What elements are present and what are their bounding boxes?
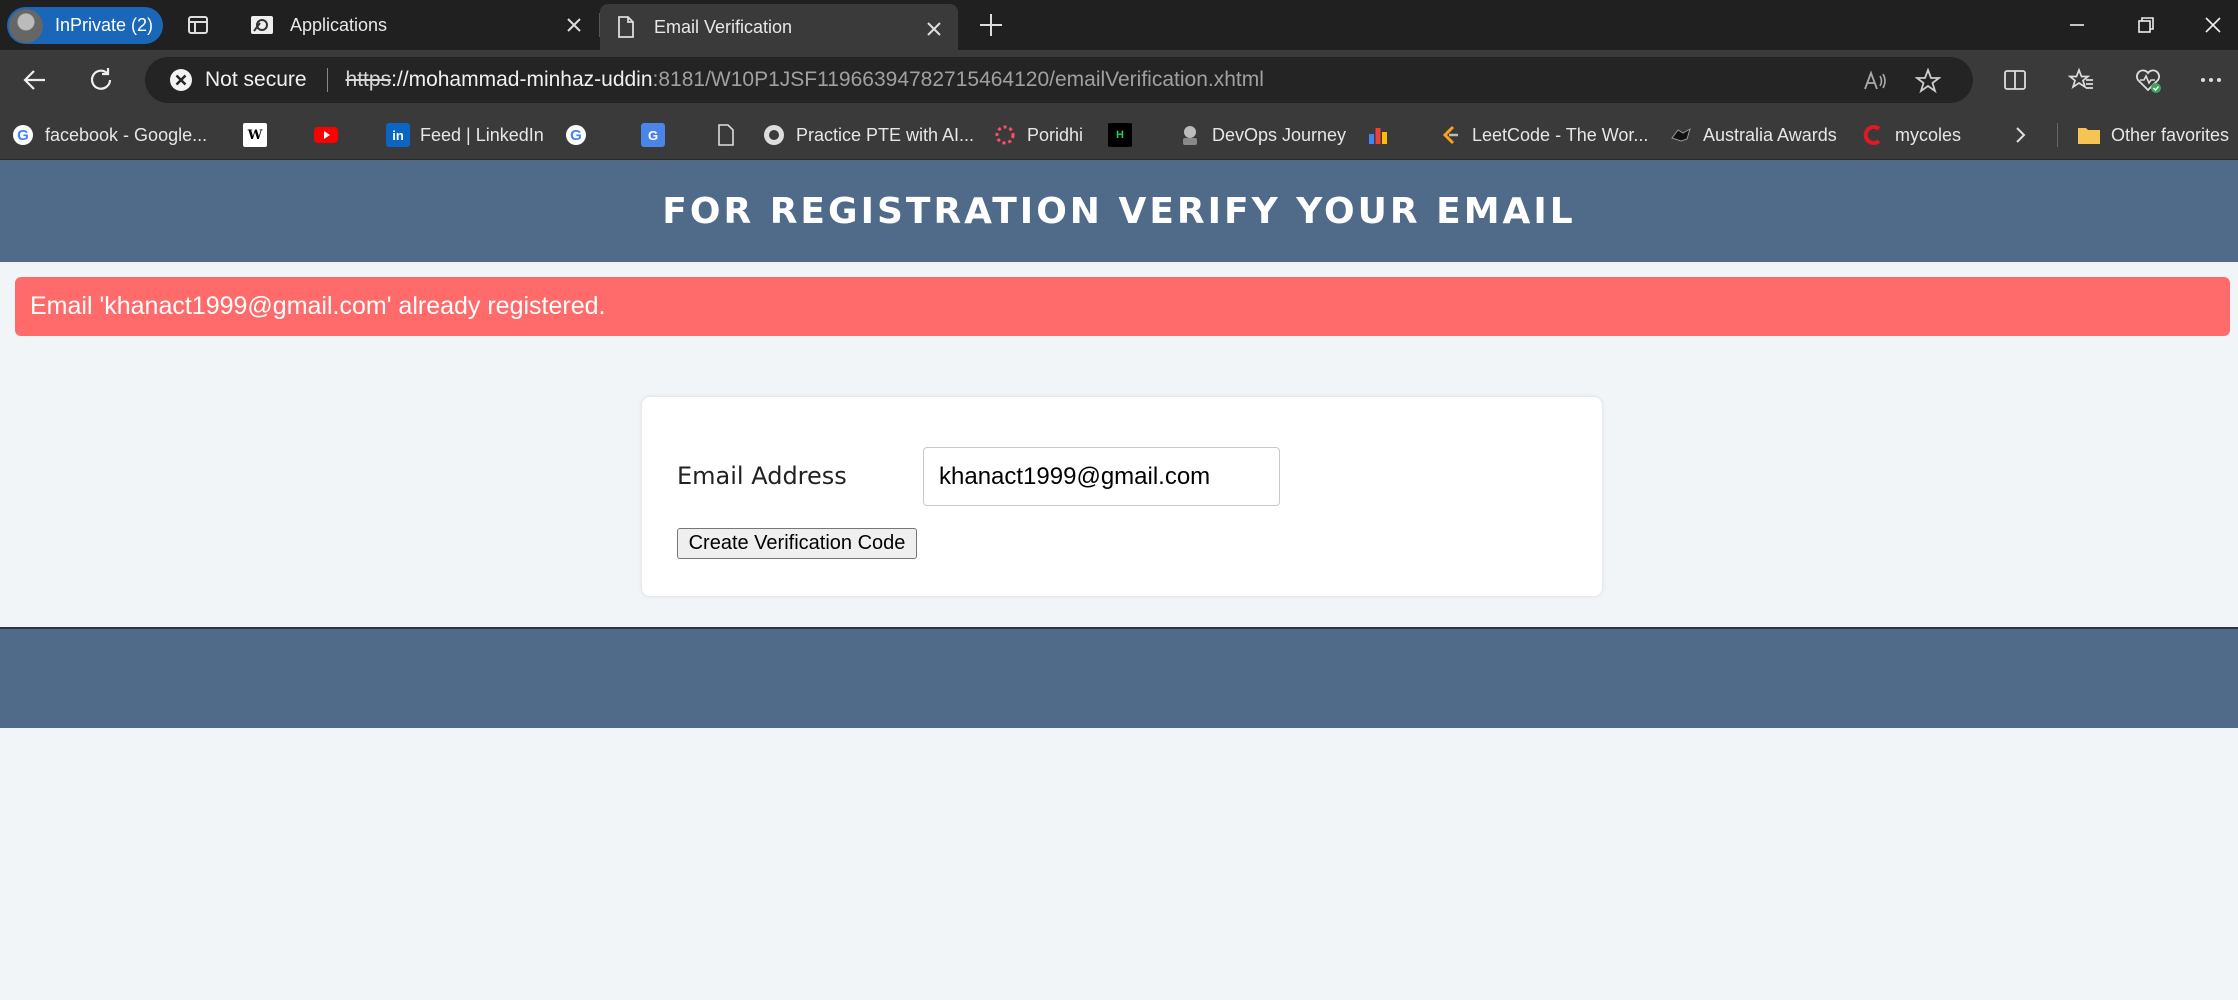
- create-verification-code-button[interactable]: Create Verification Code: [677, 528, 917, 559]
- wikipedia-icon: W: [243, 123, 267, 147]
- favorite-linkedin[interactable]: in Feed | LinkedIn: [386, 120, 544, 150]
- url-scheme: https: [345, 68, 392, 91]
- security-label: Not secure: [205, 68, 307, 91]
- page-icon: [714, 123, 738, 147]
- read-aloud-icon[interactable]: [1862, 68, 1888, 94]
- favorite-label: Australia Awards: [1703, 124, 1837, 145]
- avatar: [9, 8, 43, 43]
- browser-titlebar: InPrivate (2) Applications Email Verific…: [0, 0, 2238, 50]
- poridhi-icon: [993, 123, 1017, 147]
- favorites-bar: G facebook - Google... W in Feed | Linke…: [0, 110, 2238, 160]
- new-tab-icon[interactable]: [978, 12, 1004, 38]
- more-options-icon[interactable]: [2196, 65, 2226, 95]
- favorite-devops-journey[interactable]: DevOps Journey: [1178, 120, 1346, 150]
- email-label: Email Address: [677, 462, 847, 490]
- translate-icon: G: [641, 123, 665, 147]
- hackerrank-icon: H: [1108, 123, 1132, 147]
- tab-title: Email Verification: [654, 16, 793, 37]
- back-arrow-icon[interactable]: [20, 65, 50, 95]
- favorite-mycoles[interactable]: mycoles: [1861, 120, 1961, 150]
- linkedin-icon: in: [386, 123, 410, 147]
- chart-icon: [1366, 123, 1390, 147]
- divider: [326, 68, 328, 92]
- close-tab-icon[interactable]: [922, 17, 946, 41]
- favorite-label: Feed | LinkedIn: [420, 124, 544, 145]
- tab-actions-icon[interactable]: [186, 13, 210, 37]
- close-window-icon[interactable]: [2199, 11, 2227, 39]
- error-alert: Email 'khanact1999@gmail.com' already re…: [15, 277, 2230, 336]
- favorites-icon[interactable]: [2066, 65, 2096, 95]
- refresh-icon[interactable]: [86, 65, 116, 95]
- youtube-icon: [314, 123, 338, 147]
- close-tab-icon[interactable]: [562, 13, 586, 37]
- pte-icon: [762, 123, 786, 147]
- australia-icon: [1669, 123, 1693, 147]
- address-bar[interactable]: Not secure https://mohammad-minhaz-uddin…: [145, 57, 1973, 103]
- profile-label: InPrivate (2): [55, 15, 154, 35]
- page-header: FOR REGISTRATION VERIFY YOUR EMAIL: [0, 160, 2238, 262]
- svg-text:G: G: [570, 127, 582, 144]
- favorite-poridhi[interactable]: Poridhi: [993, 120, 1083, 150]
- tab-email-verification[interactable]: Email Verification: [600, 4, 958, 50]
- google-icon: G: [11, 123, 35, 147]
- favorite-label: LeetCode - The Wor...: [1472, 124, 1649, 145]
- page-favicon-icon: [614, 15, 638, 39]
- favorite-label: DevOps Journey: [1212, 124, 1347, 145]
- favorite-facebook-google[interactable]: G facebook - Google...: [11, 120, 207, 150]
- favorite-chart[interactable]: [1366, 120, 1400, 150]
- favorite-youtube[interactable]: [314, 120, 348, 150]
- favorite-label: Practice PTE with AI...: [796, 124, 975, 145]
- url-text[interactable]: https://mohammad-minhaz-uddin:8181/W10P1…: [346, 68, 1264, 92]
- other-favorites-folder[interactable]: Other favorites: [2077, 120, 2229, 150]
- restore-icon[interactable]: [2132, 11, 2160, 39]
- devops-icon: [1178, 123, 1202, 147]
- verification-form-card: Email Address Create Verification Code: [642, 397, 1602, 596]
- other-favorites-label: Other favorites: [2111, 124, 2230, 145]
- favorite-label: Poridhi: [1027, 124, 1084, 145]
- favorite-label: facebook - Google...: [45, 124, 208, 145]
- split-screen-icon[interactable]: [2000, 65, 2030, 95]
- tab-applications[interactable]: Applications: [236, 0, 600, 50]
- divider: [2057, 123, 2058, 147]
- browser-essentials-icon[interactable]: [2133, 65, 2163, 95]
- favorites-overflow-chevron-icon[interactable]: [2009, 120, 2031, 150]
- favorite-australia-awards[interactable]: Australia Awards: [1669, 120, 1837, 150]
- google-icon: G: [564, 123, 588, 147]
- coles-icon: [1861, 123, 1885, 147]
- applications-favicon-icon: [250, 13, 274, 37]
- page-footer: [0, 627, 2238, 728]
- favorite-label: mycoles: [1895, 124, 1962, 145]
- email-field[interactable]: [923, 447, 1280, 506]
- favorite-hackerrank[interactable]: H: [1108, 120, 1142, 150]
- page-title: FOR REGISTRATION VERIFY YOUR EMAIL: [662, 190, 1576, 232]
- favorite-practice-pte[interactable]: Practice PTE with AI...: [762, 120, 974, 150]
- svg-text:G: G: [17, 127, 29, 144]
- inprivate-profile-button[interactable]: InPrivate (2): [7, 7, 163, 44]
- url-path: :8181/W10P1JSF11966394782715464120/email…: [652, 68, 1264, 91]
- favorite-google[interactable]: G: [564, 120, 598, 150]
- folder-icon: [2077, 123, 2101, 147]
- tab-title: Applications: [290, 14, 388, 35]
- favorite-leetcode[interactable]: LeetCode - The Wor...: [1438, 120, 1648, 150]
- add-favorite-star-icon[interactable]: [1914, 67, 1942, 94]
- favorite-page[interactable]: [714, 120, 748, 150]
- leetcode-icon: [1438, 123, 1462, 147]
- favorite-translate[interactable]: G: [641, 120, 675, 150]
- favorite-wikipedia[interactable]: W: [243, 120, 277, 150]
- url-host: ://mohammad-minhaz-uddin: [391, 68, 653, 91]
- address-toolbar: Not secure https://mohammad-minhaz-uddin…: [0, 50, 2238, 110]
- not-secure-icon[interactable]: [169, 68, 193, 92]
- minimize-icon[interactable]: [2063, 11, 2091, 39]
